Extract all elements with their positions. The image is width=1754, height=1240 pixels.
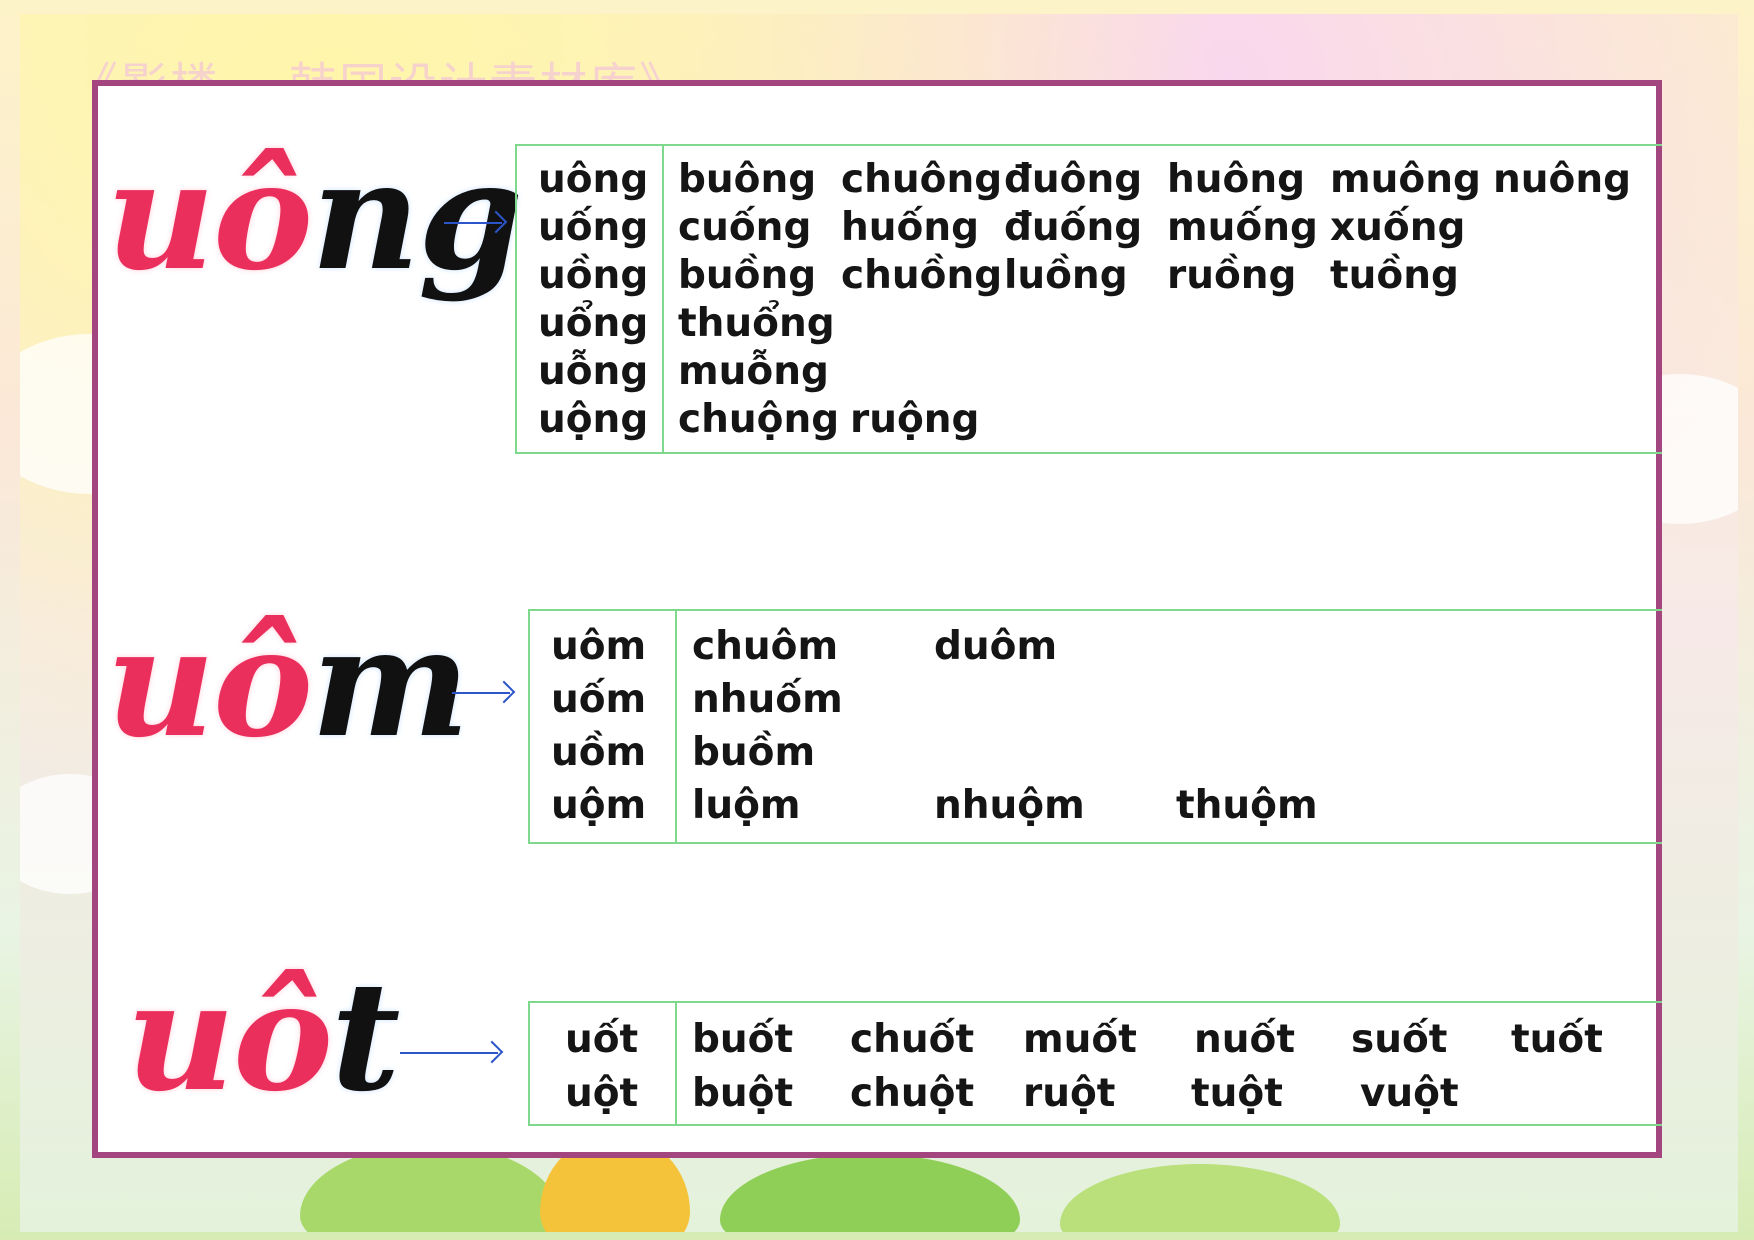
table-divider: [662, 146, 664, 452]
word: thuổng: [678, 301, 835, 346]
word: đuống: [1004, 205, 1143, 250]
word: luộm: [692, 783, 801, 828]
word: buồng: [678, 253, 817, 298]
word: tuột: [1191, 1071, 1283, 1116]
base-word: uồng: [538, 253, 649, 298]
base-word: uột: [565, 1071, 639, 1116]
word: chuộng: [678, 397, 840, 442]
word: chuông: [841, 157, 1003, 202]
word: nhuốm: [692, 677, 843, 722]
word: muỗng: [678, 349, 829, 394]
word: cuống: [678, 205, 812, 250]
word: buồm: [692, 730, 816, 775]
word: chuốt: [850, 1017, 975, 1062]
base-word: uống: [538, 205, 649, 250]
arrow-icon: [452, 692, 510, 694]
word: duôm: [934, 624, 1058, 669]
base-word: uông: [538, 157, 649, 202]
word: nuốt: [1194, 1017, 1295, 1062]
title-uong-pink: uô: [106, 128, 313, 304]
title-uong: uông: [106, 141, 523, 291]
base-word: uộng: [538, 397, 649, 442]
word: muống: [1167, 205, 1318, 250]
word: muốt: [1023, 1017, 1137, 1062]
word: ruồng: [1167, 253, 1297, 298]
content-frame: uông uông buông chuông đuông huông muông…: [92, 80, 1662, 1158]
word: ruột: [1023, 1071, 1116, 1116]
word: ruộng: [850, 397, 980, 442]
title-uot: uôt: [126, 962, 400, 1112]
base-word: uồm: [551, 730, 647, 775]
title-uom-black: m: [311, 595, 470, 771]
base-word: uốm: [551, 677, 647, 722]
word: nhuộm: [934, 783, 1085, 828]
word: chuôm: [692, 624, 839, 669]
base-word: uốt: [565, 1017, 639, 1062]
word: vuột: [1360, 1071, 1459, 1116]
base-word: uôm: [551, 624, 647, 669]
title-uom: uôm: [106, 608, 470, 758]
word: thuộm: [1176, 783, 1318, 828]
arrow-icon: [400, 1052, 498, 1054]
word: suốt: [1351, 1017, 1448, 1062]
title-uot-black: t: [331, 949, 400, 1125]
word: muông: [1330, 157, 1481, 202]
leaf-shape: [1060, 1164, 1340, 1232]
table-divider: [675, 1003, 677, 1124]
word: tuồng: [1330, 253, 1459, 298]
word: huông: [1167, 157, 1306, 202]
word: xuống: [1330, 205, 1466, 250]
word: chuồng: [841, 253, 1003, 298]
word: buột: [692, 1071, 794, 1116]
word: chuột: [850, 1071, 975, 1116]
title-uom-pink: uô: [106, 595, 313, 771]
word: đuông: [1004, 157, 1143, 202]
word: buông: [678, 157, 817, 202]
leaf-shape: [720, 1154, 1020, 1232]
word: tuốt: [1511, 1017, 1603, 1062]
base-word: uổng: [538, 301, 649, 346]
base-word: uộm: [551, 783, 647, 828]
title-uot-pink: uô: [126, 949, 333, 1125]
table-divider: [675, 611, 677, 842]
word: nuông: [1493, 157, 1632, 202]
base-word: uỗng: [538, 349, 649, 394]
word: huống: [841, 205, 980, 250]
arrow-icon: [444, 222, 502, 224]
word: buốt: [692, 1017, 794, 1062]
word: luồng: [1004, 253, 1128, 298]
